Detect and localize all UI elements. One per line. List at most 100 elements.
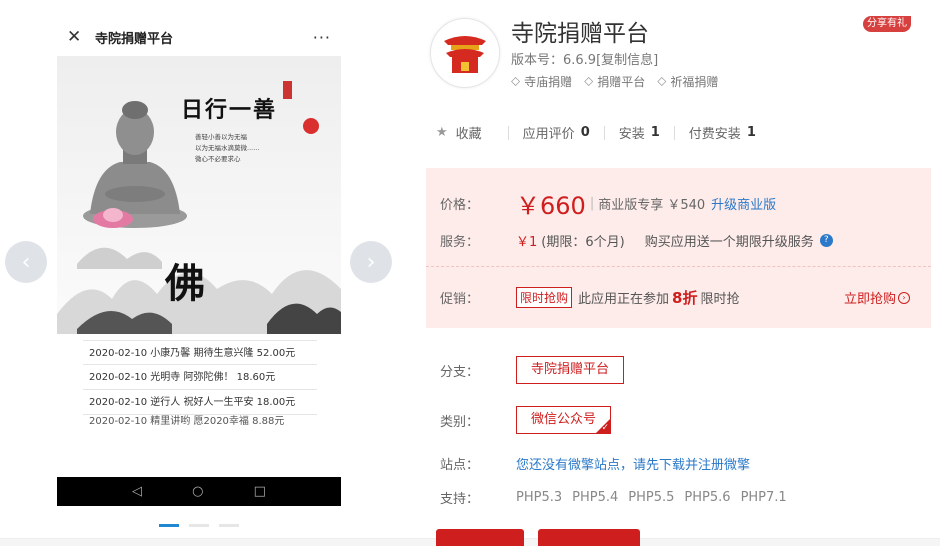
phone-screenshot: ✕ 寺院捐赠平台 ··· 日行一善 善轻小善以为无福 以为无福水滴莫微.....… (57, 18, 341, 506)
gallery-next-button[interactable]: › (350, 241, 392, 283)
branch-label: 分支： (440, 364, 480, 380)
tag-item[interactable]: ⬦ 寺庙捐赠 (511, 73, 572, 90)
gallery-dot[interactable] (219, 524, 239, 527)
close-icon: ✕ (67, 27, 82, 47)
add-to-cart-button[interactable] (538, 529, 640, 546)
star-icon: ★ (436, 125, 448, 140)
buy-now-link[interactable]: 立即抢购 › (844, 288, 911, 307)
divider (603, 125, 605, 140)
divider (673, 125, 675, 140)
more-icon: ··· (312, 27, 331, 47)
support-label: 支持： (440, 492, 480, 507)
poem-line: 以为无福水滴莫微...... (195, 144, 260, 152)
red-sun-mark (303, 118, 319, 134)
paid-install-value: 1 (746, 125, 756, 140)
home-icon: ○ (192, 484, 204, 499)
price-value: ￥660 (516, 192, 586, 220)
promo-text-suffix: 限时抢 (700, 292, 740, 307)
android-nav-bar: ◁ ○ □ (57, 477, 341, 506)
red-seal-mark (283, 81, 292, 99)
promo-text: 此应用正在参加 (578, 292, 670, 307)
tag-item[interactable]: ⬦ 祈福捐赠 (657, 73, 718, 90)
category-label: 类别： (440, 414, 480, 430)
divider (426, 266, 931, 267)
phone-title: 寺院捐赠平台 (95, 31, 174, 47)
donation-list: 2020-02-10 小康乃馨 期待生意兴隆 52.00元 2020-02-10… (83, 340, 317, 425)
chevron-right-icon: › (898, 291, 911, 304)
service-price: ￥1 (516, 235, 538, 250)
divider: | (589, 196, 595, 211)
branch-row: 分支： 寺院捐赠平台 (440, 356, 625, 384)
tag-icon: ⬦ (584, 74, 594, 89)
category-row: 类别： 微信公众号 ✓ (440, 406, 612, 434)
service-row: 服务： ￥1 (期限：6个月) 购买应用送一个期限升级服务 ? (440, 231, 833, 250)
pricing-panel: 价格： ￥660 | 商业版专享 ￥540 升级商业版 服务： ￥1 (期限：6… (426, 168, 931, 328)
register-site-link[interactable]: 您还没有微擎站点，请先下载并注册微擎 (516, 454, 750, 473)
chevron-right-icon: › (366, 249, 376, 275)
chevron-left-icon: ‹ (21, 249, 31, 275)
tag-icon: ⬦ (511, 74, 521, 89)
tag-label: 捐赠平台 (597, 75, 646, 89)
install-value: 1 (650, 125, 660, 140)
promo-discount: 8折 (672, 289, 698, 307)
donation-row: 2020-02-10 小康乃馨 期待生意兴隆 52.00元 (83, 340, 317, 365)
business-price: 商业版专享 ￥540 (598, 198, 706, 213)
banner-slogan: 日行一善 (181, 97, 278, 123)
flash-sale-tag: 限时抢购 (516, 287, 573, 308)
tag-label: 寺庙捐赠 (524, 75, 573, 89)
php-version: PHP5.5 (628, 490, 675, 505)
paid-install-label: 付费安装 (688, 127, 741, 142)
favorite-button[interactable]: 收藏 (456, 123, 482, 142)
php-version: PHP5.4 (572, 490, 619, 505)
php-version: PHP5.3 (516, 490, 563, 505)
divider (507, 125, 509, 140)
site-label: 站点： (440, 458, 480, 473)
buy-now-label: 立即抢购 (844, 292, 897, 307)
php-version-list: PHP5.3 PHP5.4 PHP5.5 PHP5.6 PHP7.1 (516, 490, 787, 505)
recents-icon: □ (253, 484, 266, 499)
gallery-dot[interactable] (159, 524, 179, 527)
help-icon[interactable]: ? (819, 234, 833, 247)
tag-item[interactable]: ⬦ 捐赠平台 (584, 73, 645, 90)
tag-icon: ⬦ (657, 74, 667, 89)
rating-label: 应用评价 (522, 127, 575, 142)
price-row: 价格： ￥660 | 商业版专享 ￥540 升级商业版 (440, 186, 776, 221)
app-title: 寺院捐赠平台 (511, 21, 649, 47)
phone-header: ✕ 寺院捐赠平台 ··· (57, 18, 341, 56)
poem-line: 微心不必要求心 (195, 155, 241, 163)
service-description: 购买应用送一个期限升级服务 (644, 235, 814, 250)
tag-label: 祈福捐赠 (670, 75, 719, 89)
donation-row: 2020-02-10 光明寺 阿弥陀佛！ 18.60元 (83, 365, 317, 390)
check-icon: ✓ (601, 423, 610, 433)
share-gift-badge[interactable]: 分享有礼 (863, 16, 911, 32)
temple-icon (430, 18, 500, 88)
php-version: PHP5.6 (684, 490, 731, 505)
install-label: 安装 (618, 127, 645, 142)
upgrade-business-link[interactable]: 升级商业版 (711, 194, 776, 213)
site-row: 站点： 您还没有微擎站点，请先下载并注册微擎 (440, 454, 750, 473)
gallery-prev-button[interactable]: ‹ (5, 241, 47, 283)
category-option[interactable]: 微信公众号 ✓ (516, 406, 612, 434)
service-label: 服务： (440, 235, 480, 250)
buddha-statue-illustration (83, 101, 187, 228)
copy-info-link[interactable]: [复制信息] (596, 53, 658, 68)
poem-line: 善轻小善以为无福 (195, 133, 247, 141)
banner-poem: 善轻小善以为无福 以为无福水滴莫微...... 微心不必要求心 (195, 132, 259, 165)
app-stats: ★ 收藏 应用评价 0 安装 1 付费安装 1 (436, 123, 756, 142)
app-version: 版本号：6.6.9[复制信息] (511, 49, 658, 68)
version-text: 版本号：6.6.9 (511, 53, 597, 68)
back-icon: ◁ (132, 484, 143, 499)
category-value: 微信公众号 (531, 412, 597, 427)
price-label: 价格： (440, 198, 480, 213)
purchase-button[interactable] (436, 529, 524, 546)
service-period: (期限：6个月) (541, 235, 625, 250)
gallery-dot[interactable] (189, 524, 209, 527)
promo-label: 促销： (440, 292, 480, 307)
fo-calligraphy: 佛 (165, 260, 205, 307)
php-version: PHP7.1 (740, 490, 787, 505)
screenshot-gallery: ‹ › ✕ 寺院捐赠平台 ··· 日行一善 善轻小善以为无福 以为无福水滴莫微.… (0, 0, 400, 546)
temple-logo (444, 36, 486, 73)
gallery-pagination (159, 524, 239, 527)
promo-row: 促销： 限时抢购 此应用正在参加 8折 限时抢 (440, 287, 739, 308)
branch-option[interactable]: 寺院捐赠平台 (516, 356, 625, 384)
